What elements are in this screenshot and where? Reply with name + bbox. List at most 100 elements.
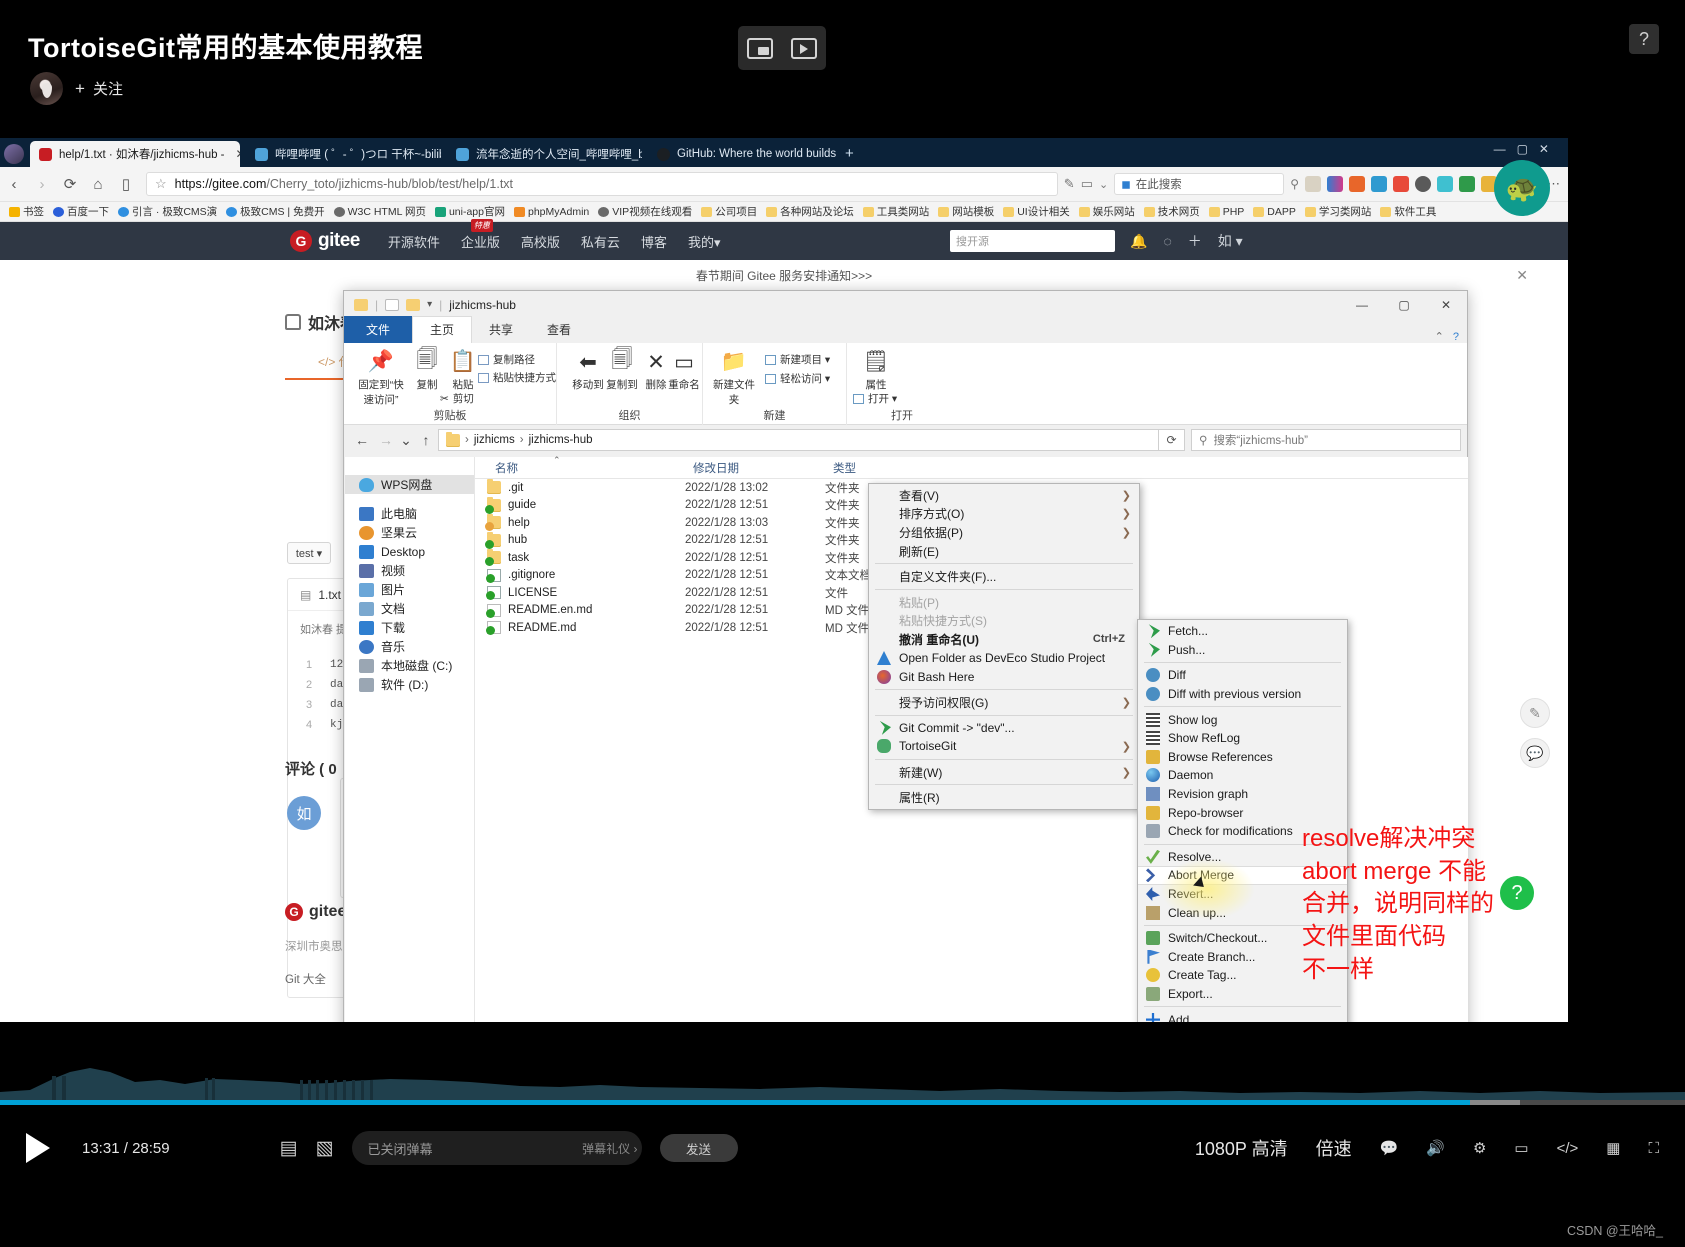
menu-item-git-bash-here[interactable]: Git Bash Here [869,667,1139,686]
menu-item-grant-access[interactable]: 授予访问权限(G) ❯ [869,693,1139,712]
gitee-nav-item[interactable]: 高校版 [521,232,560,251]
ext-icon-8[interactable] [1459,176,1475,192]
column-header-name[interactable]: ⌃ 名称 [475,455,685,476]
ext-icon-1[interactable] [1305,176,1321,192]
lightbulb-icon[interactable]: ◌ [1163,233,1171,249]
browser-window-controls[interactable]: —▢✕ [1494,142,1560,156]
bookmark-item[interactable]: 百度一下 [50,204,112,219]
nav-item-this-pc[interactable]: 此电脑 [345,504,474,523]
refresh-button[interactable]: ⟳ [1159,429,1185,451]
submenu-item-diff-previous[interactable]: Diff with previous version [1138,685,1347,704]
mini-player-icon[interactable] [747,37,773,59]
footer-link[interactable]: Git 大全 [285,971,326,987]
play-button[interactable] [26,1133,50,1163]
bookmark-item[interactable]: 各种网站及论坛 [763,204,857,219]
forward-icon[interactable]: → [374,432,398,448]
close-icon[interactable]: ✕ [236,147,240,161]
nav-item-nutstore[interactable]: 坚果云 [345,523,474,542]
address-bar[interactable]: ☆ https://gitee.com/Cherry_toto/jizhicms… [146,172,1058,196]
bookmark-item[interactable]: phpMyAdmin [511,206,592,218]
nav-item-drive-c[interactable]: 本地磁盘 (C:) [345,656,474,675]
menu-item-sort-by[interactable]: 排序方式(O) ❯ [869,505,1139,524]
bookmark-item[interactable]: 引言 · 极致CMS演 [115,204,220,219]
menu-item-view[interactable]: 查看(V) ❯ [869,486,1139,505]
properties-icon[interactable] [385,298,400,311]
submenu-item-fetch[interactable]: Fetch... [1138,622,1347,641]
menu-item-open-deveco[interactable]: Open Folder as DevEco Studio Project [869,649,1139,668]
bookmark-item[interactable]: 极致CMS | 免费开 [223,204,327,219]
progress-bar[interactable] [0,1100,1685,1105]
ribbon-new-folder[interactable]: 📁 新建文件夹 [711,347,757,407]
browser-tab-1[interactable]: 哔哩哔哩 ( ゜- ゜)つロ 干杯~-bilibili [246,141,441,167]
ribbon-paste-shortcut[interactable]: 粘贴快捷方式 [478,370,556,385]
nav-item-downloads[interactable]: 下载 [345,618,474,637]
ribbon-properties[interactable]: 🗒 属性 [853,347,899,392]
follow-button[interactable]: + 关注 [75,78,123,99]
collections-icon[interactable]: ▭ [1081,176,1093,192]
bookmark-item[interactable]: 公司项目 [698,204,760,219]
gitee-nav-item[interactable]: 企业版 特惠 [461,218,500,251]
menu-item-properties[interactable]: 属性(R) [869,788,1139,807]
gitee-search-input[interactable]: 搜开源 [950,230,1115,252]
nav-item-music[interactable]: 音乐 [345,637,474,656]
notice-text[interactable]: 春节期间 Gitee 服务安排通知>>> [696,267,872,284]
chat-icon[interactable]: 💬 [1520,738,1550,768]
folder-icon[interactable] [354,298,368,311]
menu-item-undo-rename[interactable]: 撤消 重命名(U) Ctrl+Z [869,630,1139,649]
bookmark-item[interactable]: 工具类网站 [860,204,933,219]
ribbon-copy-path[interactable]: 复制路径 [478,352,535,367]
ext-icon-5[interactable] [1393,176,1409,192]
menu-item-group-by[interactable]: 分组依据(P) ❯ [869,523,1139,542]
quality-selector[interactable]: 1080P 高清 [1195,1135,1288,1161]
nav-item-pictures[interactable]: 图片 [345,580,474,599]
breadcrumb-item[interactable]: jizhicms [474,434,515,446]
up-icon[interactable]: ↑ [414,432,438,448]
gitee-nav-item[interactable]: 博客 [641,232,667,251]
user-menu[interactable]: 如 ▾ [1218,231,1243,251]
theater-mode-icon[interactable]: ▦ [1606,1139,1620,1157]
web-fullscreen-icon[interactable]: </> [1557,1140,1579,1157]
volume-icon[interactable]: 🔊 [1426,1139,1445,1157]
settings-icon[interactable]: ⚙ [1473,1139,1486,1157]
bookmark-item[interactable]: UI设计相关 [1000,204,1073,219]
chevron-down-icon[interactable]: ⌄ [1099,178,1108,191]
back-icon[interactable]: ‹ [0,176,28,193]
danmaku-toggle-icon[interactable]: ▧ [316,1137,334,1160]
browser-tab-3[interactable]: GitHub: Where the world builds so [648,141,838,167]
explorer-search-input[interactable]: ⚲ 搜索“jizhicms-hub” [1191,429,1461,451]
tab-home[interactable]: 主页 [412,316,473,343]
fullscreen-icon[interactable]: ⛶ [1648,1140,1659,1157]
menu-item-git-commit[interactable]: Git Commit -> "dev"... [869,719,1139,738]
wide-player-icon[interactable] [791,37,817,59]
ext-icon-6[interactable] [1415,176,1431,192]
submenu-item-diff[interactable]: Diff [1138,666,1347,685]
close-icon[interactable]: ✕ [1516,267,1528,284]
tab-file[interactable]: 文件 [344,316,413,343]
gitee-nav-item[interactable]: 我的▾ [688,232,721,251]
ext-icon-4[interactable] [1371,176,1387,192]
picture-in-picture-bar[interactable] [738,26,826,70]
search-icon[interactable]: ⚲ [1290,177,1299,191]
recent-locations-icon[interactable]: ⌄ [398,432,414,449]
branch-select[interactable]: test ▾ [287,542,331,564]
gitee-nav-item[interactable]: 私有云 [581,232,620,251]
browser-tab-0[interactable]: help/1.txt · 如沐春/jizhicms-hub - ✕ [30,141,240,167]
wide-screen-icon[interactable]: ▭ [1514,1139,1528,1157]
bookmark-item[interactable]: 技术网页 [1141,204,1203,219]
pen-icon[interactable]: ✎ [1064,176,1075,192]
ext-icon-2[interactable] [1327,176,1343,192]
submenu-item-push[interactable]: Push... [1138,641,1347,660]
send-button[interactable]: 发送 [659,1134,738,1162]
column-header-type[interactable]: 类型 [825,460,935,476]
bookmark-item[interactable]: W3C HTML 网页 [331,204,429,219]
bookmark-star-icon[interactable]: ☆ [155,176,167,192]
ribbon-open[interactable]: 打开 ▾ [853,391,897,406]
nav-item-desktop[interactable]: Desktop [345,542,474,561]
bookmark-item[interactable]: 网站模板 [935,204,997,219]
submenu-item-revision-graph[interactable]: Revision graph [1138,785,1347,804]
menu-item-new[interactable]: 新建(W) ❯ [869,763,1139,782]
forward-icon[interactable]: › [28,176,56,193]
bookmark-item[interactable]: 娱乐网站 [1076,204,1138,219]
bookmark-item[interactable]: 学习类网站 [1302,204,1375,219]
submenu-item-show-reflog[interactable]: Show RefLog [1138,729,1347,748]
